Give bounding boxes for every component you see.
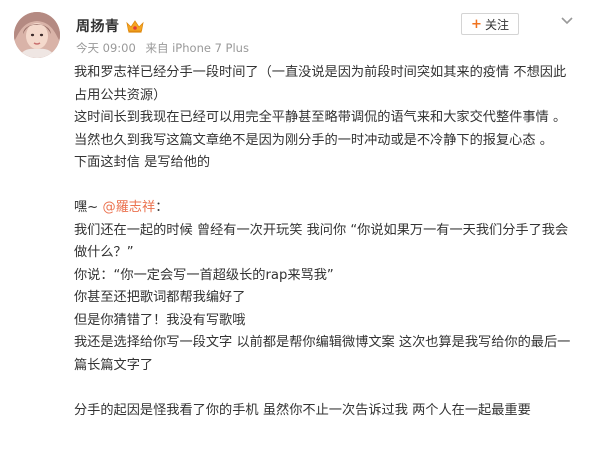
post-meta: 今天 09:00 来自 iPhone 7 Plus bbox=[76, 40, 249, 56]
author-row: 周扬青 bbox=[76, 16, 144, 36]
paragraph-9: 我还是选择给你写一段文字 以前都是帮你编辑微博文案 这次也算是我写给你的最后一篇… bbox=[74, 335, 571, 373]
paragraph-5: 我们还在一起的时候 曾经有一次开玩笑 我问你 “你说如果万一有一天我们分手了我会… bbox=[74, 222, 569, 261]
greeting-text: 嘿~ bbox=[74, 200, 103, 215]
paragraph-4: 嘿~ @羅志祥： bbox=[74, 197, 578, 220]
paragraph-10: 分手的起因是怪我看了你的手机 虽然你不止一次告诉过我 两个人在一起最重要 bbox=[74, 402, 531, 418]
paragraph-8: 但是你猜错了！我没有写歌哦 bbox=[74, 312, 246, 328]
post-time[interactable]: 今天 09:00 bbox=[76, 41, 136, 55]
paragraph-7: 你甚至还把歌词都帮我编好了 bbox=[74, 290, 246, 305]
author-name[interactable]: 周扬青 bbox=[76, 16, 120, 36]
post-source[interactable]: 来自 iPhone 7 Plus bbox=[145, 41, 249, 55]
paragraph-6: 你说：“你一定会写一首超级长的rap来骂我” bbox=[74, 267, 334, 283]
follow-button-label: 关注 bbox=[484, 17, 509, 32]
mention-link[interactable]: @羅志祥 bbox=[102, 200, 155, 215]
paragraph-1: 我和罗志祥已经分手一段时间了（一直没说是因为前段时间突如其来的疫情 不想因此占用… bbox=[74, 65, 567, 103]
paragraph-2: 这时间长到我现在已经可以用完全平静甚至略带调侃的语气来和大家交代整件事情 。当然… bbox=[74, 110, 567, 148]
avatar[interactable] bbox=[14, 12, 60, 58]
greeting-colon: ： bbox=[155, 200, 169, 215]
post-content: 我和罗志祥已经分手一段时间了（一直没说是因为前段时间突如其来的疫情 不想因此占用… bbox=[74, 62, 578, 422]
plus-icon: + bbox=[471, 16, 482, 32]
follow-button[interactable]: + 关注 bbox=[461, 13, 519, 35]
paragraph-3: 下面这封信 是写给他的 bbox=[74, 155, 211, 170]
crown-badge-icon[interactable] bbox=[125, 19, 144, 33]
chevron-down-icon[interactable] bbox=[560, 16, 574, 26]
weibo-post-card: 周扬青 今天 09:00 来自 iPhone 7 Plus + 关注 我和罗志祥… bbox=[0, 0, 592, 466]
